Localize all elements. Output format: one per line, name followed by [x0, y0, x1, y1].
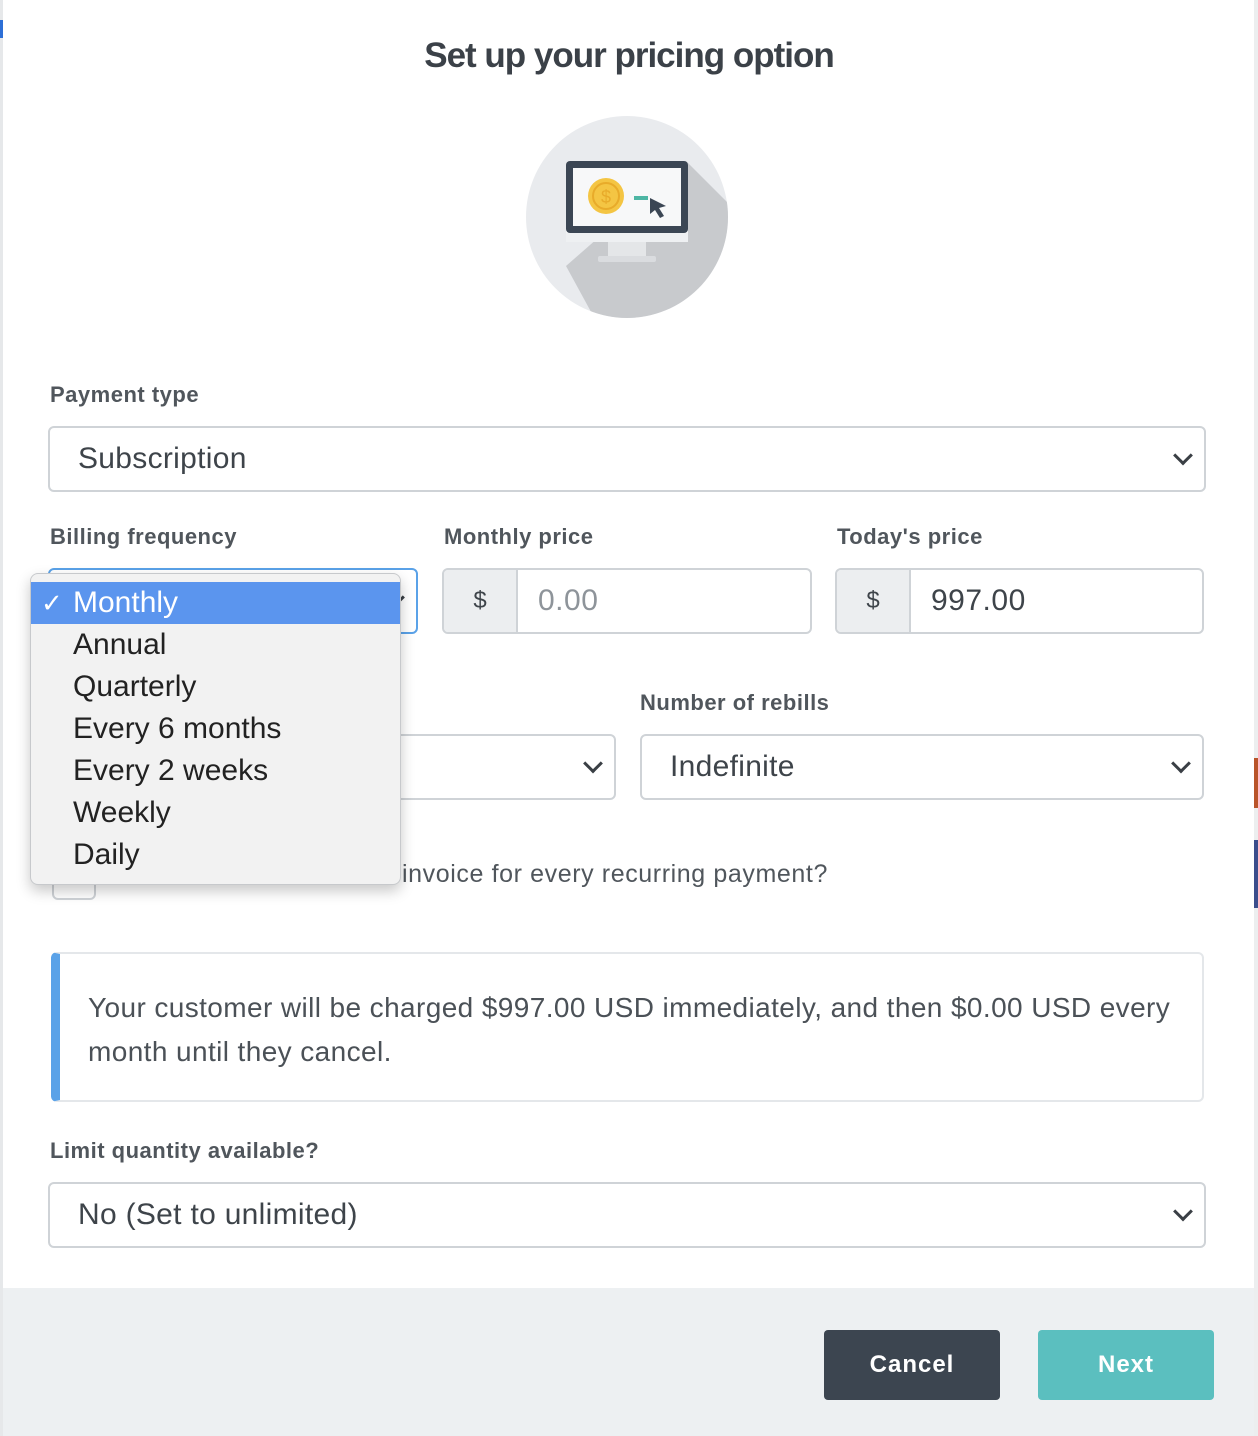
limit-quantity-label: Limit quantity available? — [50, 1138, 320, 1163]
todays-price-label: Today's price — [837, 524, 983, 549]
next-button[interactable]: Next — [1038, 1330, 1214, 1400]
pricing-modal: Set up your pricing option $ Payment typ… — [0, 0, 1258, 1436]
chevron-down-icon — [583, 753, 603, 774]
chevron-down-icon — [1173, 445, 1193, 466]
cancel-button[interactable]: Cancel — [824, 1330, 1000, 1400]
dropdown-option-every-6-months[interactable]: Every 6 months — [31, 708, 400, 750]
dropdown-option-quarterly[interactable]: Quarterly — [31, 666, 400, 708]
rebills-value: Indefinite — [670, 750, 795, 783]
backdrop-right-edge — [1254, 0, 1258, 1436]
limit-quantity-value: No (Set to unlimited) — [78, 1198, 358, 1231]
svg-text:$: $ — [601, 187, 611, 207]
todays-price-group: $ 997.00 — [835, 568, 1204, 634]
checkmark-icon: ✓ — [41, 587, 63, 618]
monthly-price-label: Monthly price — [444, 524, 594, 549]
rebills-select[interactable]: Indefinite — [640, 734, 1204, 800]
payment-type-value: Subscription — [78, 442, 247, 475]
limit-quantity-select[interactable]: No (Set to unlimited) — [48, 1182, 1206, 1248]
backdrop-right-mark — [1254, 840, 1258, 908]
todays-price-input[interactable]: 997.00 — [911, 570, 1202, 632]
monthly-price-group: $ 0.00 — [442, 568, 812, 634]
billing-frequency-label: Billing frequency — [50, 524, 237, 549]
modal-title: Set up your pricing option — [424, 36, 835, 75]
payment-type-select[interactable]: Subscription — [48, 426, 1206, 492]
modal-footer: Cancel Next — [3, 1288, 1254, 1436]
backdrop-left-edge — [0, 0, 3, 1436]
chevron-down-icon — [1173, 1201, 1193, 1222]
rebills-label: Number of rebills — [640, 690, 830, 715]
charge-info-text: Your customer will be charged $997.00 US… — [88, 992, 1171, 1067]
dropdown-option-monthly[interactable]: ✓ Monthly — [31, 582, 400, 624]
monitor-coin-icon: $ — [526, 116, 728, 318]
backdrop-right-mark — [1254, 758, 1258, 808]
payment-type-label: Payment type — [50, 382, 200, 407]
charge-info-alert: Your customer will be charged $997.00 US… — [51, 952, 1204, 1102]
currency-addon: $ — [444, 570, 518, 632]
monthly-price-input[interactable]: 0.00 — [518, 570, 810, 632]
currency-addon: $ — [837, 570, 911, 632]
billing-frequency-dropdown: ✓ Monthly Annual Quarterly Every 6 month… — [30, 573, 401, 885]
chevron-down-icon — [1171, 753, 1191, 774]
dropdown-option-weekly[interactable]: Weekly — [31, 792, 400, 834]
dropdown-option-annual[interactable]: Annual — [31, 624, 400, 666]
dropdown-option-daily[interactable]: Daily — [31, 834, 400, 876]
dropdown-option-every-2-weeks[interactable]: Every 2 weeks — [31, 750, 400, 792]
